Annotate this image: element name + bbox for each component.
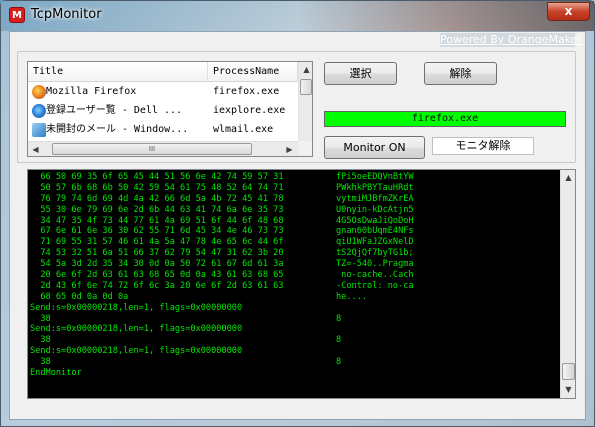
console-line-hex: Send:s=0x00000218,len=1, flags=0x0000000… bbox=[30, 324, 243, 335]
console-line: 71 69 55 31 57 46 61 4a 5a 47 78 4e 65 6… bbox=[30, 237, 560, 248]
ie-icon bbox=[32, 104, 46, 118]
release-button[interactable]: 解除 bbox=[424, 62, 497, 85]
output-console[interactable]: 66 50 69 35 6f 65 45 44 51 56 6e 42 74 5… bbox=[27, 169, 576, 399]
console-line-hex: 34 47 35 4f 73 44 77 61 4a 69 51 6f 44 6… bbox=[30, 215, 284, 226]
console-line: Send:s=0x00000218,len=1, flags=0x0000000… bbox=[30, 346, 560, 357]
select-button[interactable]: 選択 bbox=[324, 62, 397, 85]
list-item[interactable]: 未開封のメール - Window... wlmail.exe bbox=[28, 122, 298, 138]
console-line: 55 30 6e 79 69 6e 2d 6b 44 63 41 74 6a 6… bbox=[30, 205, 560, 216]
console-line: 34 47 35 4f 73 44 77 61 4a 69 51 6f 44 6… bbox=[30, 216, 560, 227]
scroll-up-arrow-icon[interactable]: ▲ bbox=[561, 170, 575, 185]
mail-icon bbox=[32, 123, 46, 137]
console-line-ascii: 8 bbox=[336, 313, 342, 324]
powered-by-link[interactable]: Powered By OrangeMaker bbox=[440, 33, 582, 47]
console-lines: 66 50 69 35 6f 65 45 44 51 56 6e 42 74 5… bbox=[30, 172, 560, 379]
console-line: Send:s=0x00000218,len=1, flags=0x0000000… bbox=[30, 303, 560, 314]
console-line-hex: 55 30 6e 79 69 6e 2d 6b 44 63 41 74 6a 6… bbox=[30, 204, 284, 215]
console-line: 20 6e 6f 2d 63 61 63 68 65 0d 0a 43 61 6… bbox=[30, 270, 560, 281]
monitor-state-label: モニタ解除 bbox=[432, 137, 534, 155]
monitor-on-button[interactable]: Monitor ON bbox=[324, 136, 425, 159]
list-item-title: 登録ユーザー覧 - Dell ... bbox=[46, 105, 183, 116]
list-hscroll-thumb[interactable]: III bbox=[52, 143, 252, 155]
console-line: 74 53 32 51 6a 51 66 37 62 79 54 47 31 6… bbox=[30, 248, 560, 259]
console-line-ascii: gnan60bUqmE4NFs bbox=[336, 226, 414, 237]
console-line: EndMonitor bbox=[30, 368, 560, 379]
console-line: 54 5a 3d 2d 35 34 30 0d 0a 50 72 61 67 6… bbox=[30, 259, 560, 270]
console-line-hex: 71 69 55 31 57 46 61 4a 5a 47 78 4e 65 6… bbox=[30, 237, 284, 248]
console-line-ascii: no-cache..Cach bbox=[336, 270, 414, 281]
console-line-ascii: 8 bbox=[336, 357, 342, 368]
list-vertical-scrollbar[interactable]: ▲ bbox=[298, 62, 312, 141]
scroll-corner bbox=[298, 141, 312, 156]
list-horizontal-scrollbar[interactable]: ◀ III ▶ bbox=[28, 141, 298, 156]
list-item-process: wlmail.exe bbox=[213, 124, 274, 135]
console-line-hex: 67 6e 61 6e 36 30 62 55 71 6d 45 34 4e 4… bbox=[30, 226, 284, 237]
console-line-hex: 38 bbox=[30, 313, 51, 324]
title-bar[interactable]: M TcpMonitor x bbox=[1, 1, 594, 31]
console-line: 76 79 74 6d 69 4d 4a 42 66 6d 5a 4b 72 4… bbox=[30, 194, 560, 205]
console-line-hex: 50 57 6b 68 6b 50 42 59 54 61 75 48 52 6… bbox=[30, 182, 284, 193]
console-vertical-scrollbar[interactable]: ▲ ▼ bbox=[560, 170, 575, 398]
console-line: 67 6e 61 6e 36 30 62 55 71 6d 45 34 4e 4… bbox=[30, 226, 560, 237]
column-header-title[interactable]: Title bbox=[28, 62, 208, 82]
console-line-ascii: tS2QjQf7byTG1b; bbox=[336, 248, 414, 259]
console-line-ascii: -Control: no-ca bbox=[336, 280, 414, 291]
console-line-hex: EndMonitor bbox=[30, 368, 82, 379]
console-line: 38 8 bbox=[30, 335, 560, 346]
console-line-hex: 38 bbox=[30, 335, 51, 346]
scroll-left-arrow-icon[interactable]: ◀ bbox=[28, 142, 43, 156]
console-line-hex: Send:s=0x00000218,len=1, flags=0x0000000… bbox=[30, 302, 243, 313]
list-item-title: 未開封のメール - Window... bbox=[46, 124, 189, 135]
console-line-hex: 2d 43 6f 6e 74 72 6f 6c 3a 20 6e 6f 2d 6… bbox=[30, 280, 284, 291]
window-title: TcpMonitor bbox=[31, 7, 102, 22]
console-line: 66 50 69 35 6f 65 45 44 51 56 6e 42 74 5… bbox=[30, 172, 560, 183]
console-line-ascii: U0nyin-kDcAtjn5 bbox=[336, 204, 414, 215]
list-item[interactable]: Mozilla Firefox firefox.exe bbox=[28, 84, 298, 100]
selected-process-display: firefox.exe bbox=[324, 111, 566, 127]
scroll-up-arrow-icon[interactable]: ▲ bbox=[299, 62, 312, 77]
scroll-right-arrow-icon[interactable]: ▶ bbox=[282, 142, 297, 156]
console-line-hex: 66 50 69 35 6f 65 45 44 51 56 6e 42 74 5… bbox=[30, 172, 284, 182]
console-line-ascii: vytmiMJBfmZKrEA bbox=[336, 193, 414, 204]
scroll-down-arrow-icon[interactable]: ▼ bbox=[561, 382, 575, 397]
console-line-ascii: fPi5oeEDQVnBtYW bbox=[336, 172, 414, 182]
list-item[interactable]: 登録ユーザー覧 - Dell ... iexplore.exe bbox=[28, 103, 298, 119]
console-line-ascii: he.... bbox=[336, 291, 368, 302]
console-line-hex: 74 53 32 51 6a 51 66 37 62 79 54 47 31 6… bbox=[30, 248, 284, 259]
process-list[interactable]: Title ProcessName Mozilla Firefox firefo… bbox=[27, 61, 313, 157]
console-line: 38 8 bbox=[30, 357, 560, 368]
list-item-process: iexplore.exe bbox=[213, 105, 286, 116]
console-line: 38 8 bbox=[30, 314, 560, 325]
console-line: 2d 43 6f 6e 74 72 6f 6c 3a 20 6e 6f 2d 6… bbox=[30, 281, 560, 292]
list-item-title: Mozilla Firefox bbox=[46, 86, 137, 97]
console-line-ascii: PWkhkPBYTauHRdt bbox=[336, 182, 414, 193]
list-vscroll-thumb[interactable] bbox=[300, 79, 312, 95]
console-scroll-thumb[interactable] bbox=[562, 363, 575, 380]
console-line-hex: 76 79 74 6d 69 4d 4a 42 66 6d 5a 4b 72 4… bbox=[30, 193, 284, 204]
console-line-hex: 38 bbox=[30, 357, 51, 368]
app-logo-icon: M bbox=[9, 7, 25, 23]
console-line-hex: 20 6e 6f 2d 63 61 63 68 65 0d 0a 43 61 6… bbox=[30, 270, 284, 281]
console-line-ascii: 8 bbox=[336, 335, 342, 346]
console-line-hex: 68 65 0d 0a 0d 0a bbox=[30, 291, 129, 302]
console-line-ascii: 4G5OsDwaJiQoDoH bbox=[336, 215, 414, 226]
firefox-icon bbox=[32, 85, 46, 99]
console-line-ascii: TZ=-540..Pragma bbox=[336, 259, 414, 270]
console-line: 50 57 6b 68 6b 50 42 59 54 61 75 48 52 6… bbox=[30, 183, 560, 194]
console-line-hex: Send:s=0x00000218,len=1, flags=0x0000000… bbox=[30, 346, 243, 357]
list-item-process: firefox.exe bbox=[213, 86, 280, 97]
console-line-hex: 54 5a 3d 2d 35 34 30 0d 0a 50 72 61 67 6… bbox=[30, 259, 284, 270]
list-header: Title ProcessName bbox=[28, 62, 298, 82]
console-line: Send:s=0x00000218,len=1, flags=0x0000000… bbox=[30, 324, 560, 335]
column-header-process[interactable]: ProcessName bbox=[208, 62, 298, 82]
console-line-ascii: qiU1WFaJZGxNelD bbox=[336, 237, 414, 248]
console-line: 68 65 0d 0a 0d 0a he.... bbox=[30, 292, 560, 303]
close-button[interactable]: x bbox=[547, 2, 590, 21]
